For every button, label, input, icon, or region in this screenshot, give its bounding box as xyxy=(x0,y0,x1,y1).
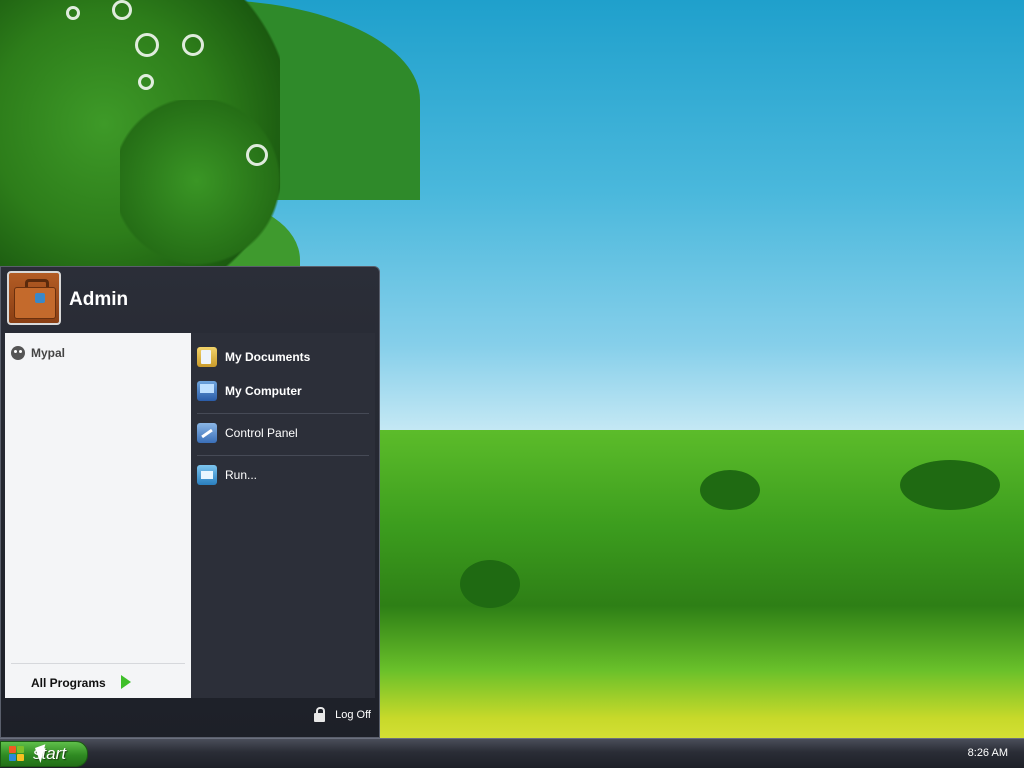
wallpaper-tree xyxy=(900,460,1000,510)
wallpaper-tree-branch xyxy=(120,100,290,280)
windows-logo-icon xyxy=(9,746,25,762)
start-menu-user-header: Admin xyxy=(1,267,379,331)
all-programs-button[interactable]: All Programs xyxy=(5,663,191,697)
taskbar: start 8:26 AM xyxy=(0,738,1024,768)
system-clock[interactable]: 8:26 AM xyxy=(968,747,1008,759)
places-item-label: My Computer xyxy=(225,384,302,398)
places-divider xyxy=(197,455,369,456)
my-computer-icon xyxy=(197,381,217,401)
log-off-label: Log Off xyxy=(335,709,371,721)
briefcase-icon xyxy=(14,287,56,319)
user-name: Admin xyxy=(69,289,129,310)
wallpaper-bubble xyxy=(246,144,268,166)
start-menu-places-pane: My Documents My Computer Control Panel R… xyxy=(191,333,375,698)
places-item-my-computer[interactable]: My Computer xyxy=(197,379,302,403)
wallpaper-bubble xyxy=(112,0,132,20)
pinned-item-mypal[interactable]: Mypal xyxy=(11,343,65,363)
control-panel-icon xyxy=(197,423,217,443)
all-programs-label: All Programs xyxy=(31,676,106,690)
wallpaper-tree xyxy=(460,560,520,608)
places-item-control-panel[interactable]: Control Panel xyxy=(197,421,298,445)
places-item-my-documents[interactable]: My Documents xyxy=(197,345,310,369)
pinned-item-label: Mypal xyxy=(31,346,66,360)
green-arrow-right-icon xyxy=(121,675,131,689)
all-programs-divider xyxy=(11,663,185,664)
start-menu-pinned-pane: Mypal xyxy=(5,333,191,698)
wallpaper-bubble xyxy=(182,34,204,56)
places-divider xyxy=(197,413,369,414)
wallpaper-bubble xyxy=(138,74,154,90)
places-item-label: Run... xyxy=(225,468,258,482)
wallpaper-tree xyxy=(700,470,760,510)
start-menu: Admin Mypal All Programs My Documents My… xyxy=(0,266,380,738)
my-documents-icon xyxy=(197,347,217,367)
briefcase-sticker-icon xyxy=(35,293,45,303)
wallpaper-bubble xyxy=(135,33,159,57)
places-item-label: Control Panel xyxy=(225,426,298,440)
wallpaper-bubble xyxy=(66,6,80,20)
run-icon xyxy=(197,465,217,485)
user-avatar[interactable] xyxy=(7,271,61,325)
log-off-button[interactable]: Log Off xyxy=(314,706,371,722)
mypal-icon xyxy=(11,346,25,360)
places-item-label: My Documents xyxy=(225,350,311,364)
lock-icon xyxy=(314,706,326,722)
places-item-run[interactable]: Run... xyxy=(197,463,257,487)
start-menu-footer: Log Off xyxy=(1,699,379,737)
